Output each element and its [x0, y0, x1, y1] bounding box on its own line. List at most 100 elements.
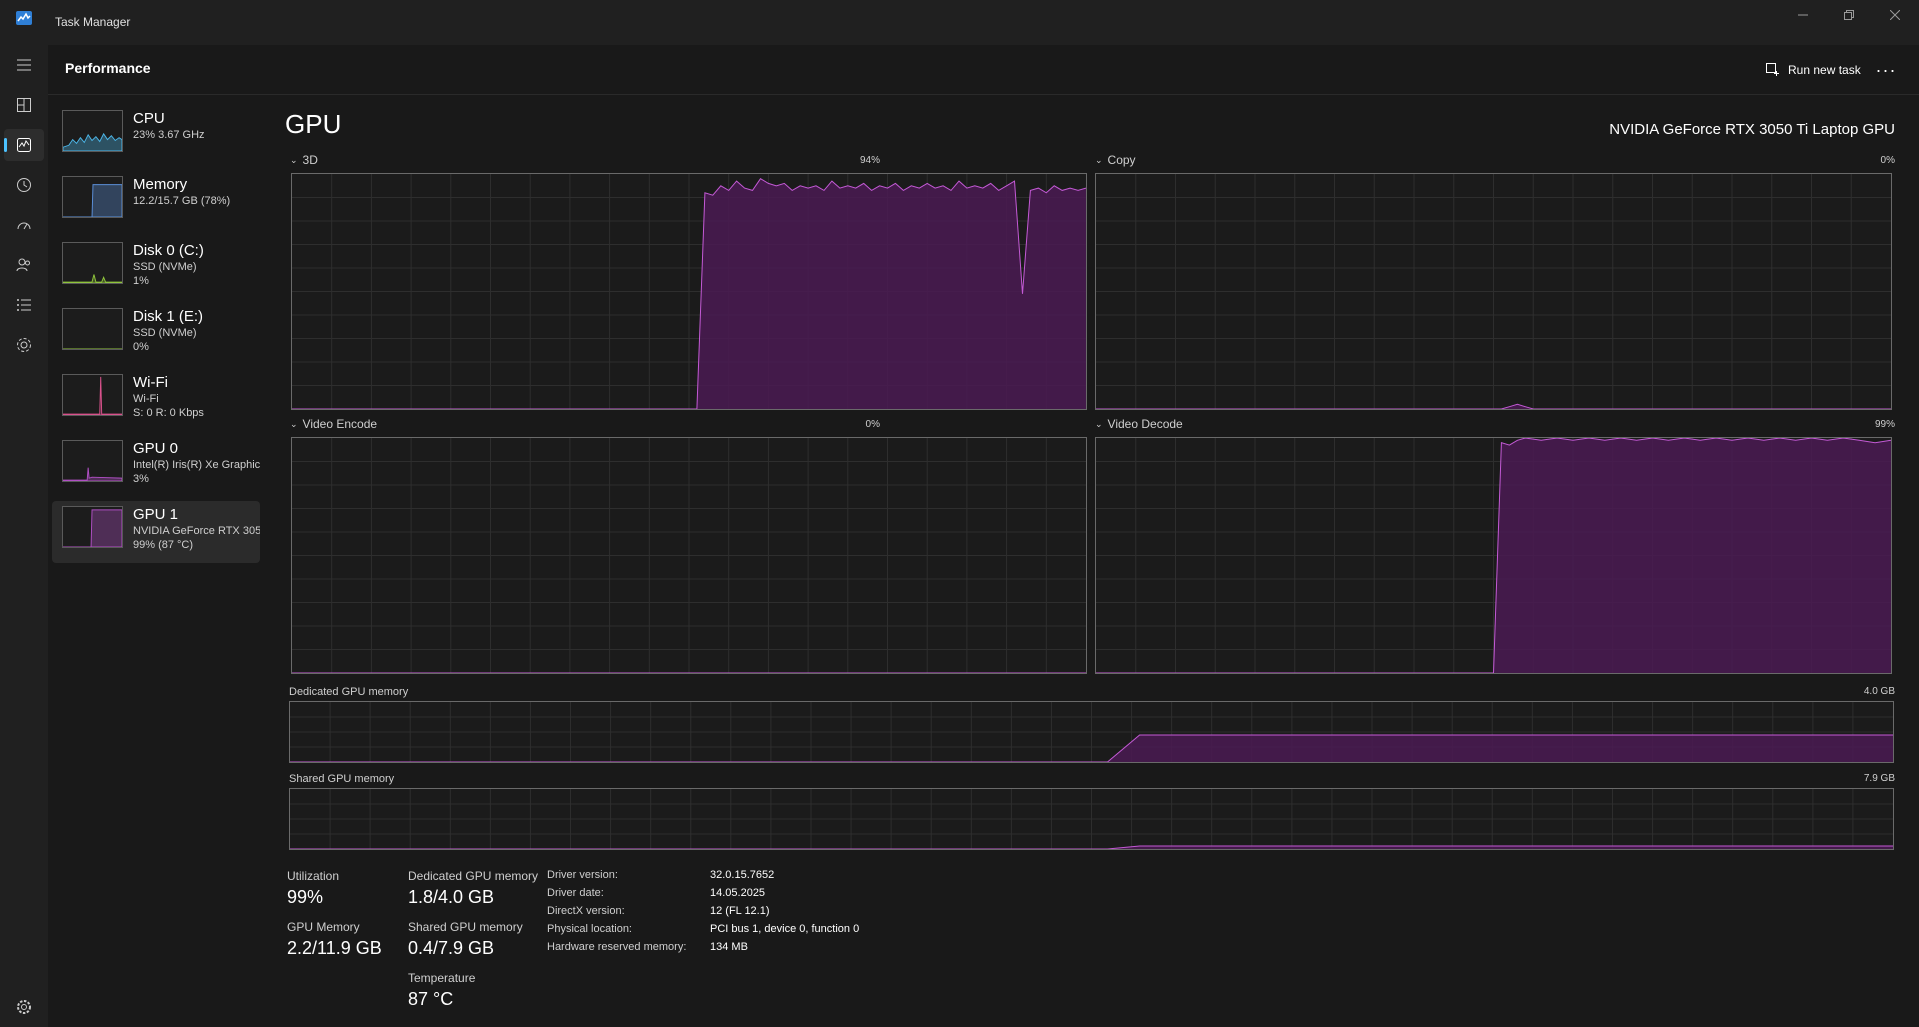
- graph-video-decode-plot: [1096, 438, 1891, 673]
- device-name: Disk 0 (C:): [133, 242, 204, 259]
- device-thumbnail-plot: [63, 348, 122, 349]
- more-options-button[interactable]: ···: [1868, 55, 1904, 85]
- device-detail-line1: SSD (NVMe): [133, 261, 197, 273]
- processes-icon: [17, 98, 31, 112]
- graph-dedicated-memory-plot: [290, 702, 1893, 762]
- device-thumbnail-graph: [62, 506, 123, 548]
- dedicated-memory-value: 1.8/4.0 GB: [408, 887, 495, 907]
- run-task-icon: [1766, 63, 1779, 76]
- shared-memory-graph-label: Shared GPU memory: [289, 773, 395, 785]
- device-detail-line1: SSD (NVMe): [133, 327, 197, 339]
- close-icon: [1890, 10, 1900, 20]
- device-list: CPU 23% 3.67 GHz Memory 12.2/15.7 GB (78%) D…: [52, 105, 260, 567]
- task-manager-app-icon: [16, 11, 32, 25]
- page-title: Performance: [65, 60, 151, 76]
- device-item-disk1[interactable]: Disk 1 (E:) SSD (NVMe) 0%: [52, 303, 260, 365]
- info-key-driver-version: Driver version:: [547, 869, 618, 881]
- info-value-hardware-reserved-memory: 134 MB: [710, 941, 748, 953]
- chevron-down-icon: ⌄: [1095, 154, 1103, 165]
- device-detail-line2: 0%: [133, 341, 149, 353]
- device-thumbnail-plot: [63, 467, 122, 481]
- graph-shared-memory-plot: [290, 789, 1893, 849]
- more-options-icon: ···: [1875, 59, 1897, 80]
- device-detail-line1: Intel(R) Iris(R) Xe Graphics: [133, 459, 260, 471]
- engine-selector-3d[interactable]: ⌄ 3D: [290, 153, 318, 167]
- gpu-memory-value: 2.2/11.9 GB: [287, 938, 382, 958]
- performance-icon: [17, 138, 31, 152]
- device-item-gpu1[interactable]: GPU 1 NVIDIA GeForce RTX 3050 Ti Laptop G…: [52, 501, 260, 563]
- nav-startup-apps[interactable]: [4, 209, 44, 241]
- engine-selector-video-decode[interactable]: ⌄ Video Decode: [1095, 417, 1183, 431]
- device-item-gpu0[interactable]: GPU 0 Intel(R) Iris(R) Xe Graphics 3%: [52, 435, 260, 497]
- nav-settings[interactable]: [4, 991, 44, 1023]
- users-icon: [16, 258, 30, 272]
- gear-icon: [17, 1000, 31, 1014]
- device-detail-line2: 3%: [133, 473, 149, 485]
- info-key-driver-date: Driver date:: [547, 887, 604, 899]
- info-value-driver-version: 32.0.15.7652: [710, 869, 775, 881]
- restore-icon: [1844, 10, 1854, 20]
- engine-pct-video-decode: 99%: [1874, 419, 1895, 430]
- device-item-disk0[interactable]: Disk 0 (C:) SSD (NVMe) 1%: [52, 237, 260, 299]
- device-thumbnail-trace: [63, 467, 122, 481]
- device-name: CPU: [133, 110, 165, 127]
- engine-selector-video-encode[interactable]: ⌄ Video Encode: [290, 417, 377, 431]
- device-thumbnail-graph: [62, 440, 123, 482]
- chevron-down-icon: ⌄: [290, 418, 298, 429]
- run-new-task-button[interactable]: Run new task: [1758, 55, 1869, 85]
- restore-button[interactable]: [1826, 0, 1872, 30]
- engine-label-video-decode: Video Decode: [1107, 417, 1183, 431]
- gpu-detail-panel: GPU NVIDIA GeForce RTX 3050 Ti Laptop GP…: [270, 95, 1919, 1027]
- utilization-value: 99%: [287, 887, 324, 907]
- engine-label-copy: Copy: [1107, 153, 1136, 167]
- close-button[interactable]: [1872, 0, 1918, 30]
- device-name: Wi-Fi: [133, 374, 168, 391]
- minimize-button[interactable]: [1780, 0, 1826, 30]
- device-thumbnail-plot: [63, 509, 122, 547]
- device-thumbnail-trace: [63, 376, 122, 415]
- device-detail-line1: 23% 3.67 GHz: [133, 129, 205, 141]
- device-thumbnail-plot: [63, 184, 122, 217]
- graph-video-decode: [1095, 437, 1892, 674]
- device-item-wifi[interactable]: Wi-Fi Wi-Fi S: 0 R: 0 Kbps: [52, 369, 260, 431]
- chevron-down-icon: ⌄: [1095, 418, 1103, 429]
- device-name: GPU 0: [133, 440, 179, 457]
- shared-memory-max: 7.9 GB: [1863, 773, 1895, 784]
- graph-3d: [291, 173, 1087, 410]
- hamburger-menu-icon: [17, 59, 31, 71]
- gpu-model-name: NVIDIA GeForce RTX 3050 Ti Laptop GPU: [1609, 121, 1895, 138]
- nav-performance[interactable]: [4, 129, 44, 161]
- device-thumbnail-graph: [62, 176, 123, 218]
- nav-processes[interactable]: [4, 89, 44, 121]
- device-thumbnail-trace: [63, 274, 122, 283]
- nav-app-history[interactable]: [4, 169, 44, 201]
- info-key-physical-location: Physical location:: [547, 923, 632, 935]
- app-title: Task Manager: [55, 15, 131, 29]
- nav-services[interactable]: [4, 329, 44, 361]
- navigation-rail: [0, 45, 48, 1027]
- graph-video-encode: [291, 437, 1087, 674]
- device-thumbnail-trace: [63, 132, 122, 151]
- engine-label-video-encode: Video Encode: [302, 417, 378, 431]
- dedicated-memory-label: Dedicated GPU memory: [408, 869, 539, 883]
- page-header: Performance Run new task ···: [48, 45, 1919, 95]
- engine-pct-video-encode: 0%: [865, 419, 880, 430]
- device-item-memory[interactable]: Memory 12.2/15.7 GB (78%): [52, 171, 260, 233]
- nav-details[interactable]: [4, 289, 44, 321]
- chevron-down-icon: ⌄: [290, 154, 298, 165]
- dedicated-memory-graph-label: Dedicated GPU memory: [289, 686, 409, 698]
- details-icon: [17, 299, 31, 311]
- engine-selector-copy[interactable]: ⌄ Copy: [1095, 153, 1136, 167]
- device-thumbnail-plot: [63, 274, 122, 283]
- engine-label-3d: 3D: [302, 153, 318, 167]
- graph-copy: [1095, 173, 1892, 410]
- utilization-label: Utilization: [287, 869, 340, 883]
- device-detail-line1: NVIDIA GeForce RTX 3050 Ti Laptop GPU: [133, 525, 260, 537]
- nav-menu-toggle[interactable]: [4, 49, 44, 81]
- info-value-directx-version: 12 (FL 12.1): [710, 905, 770, 917]
- services-icon: [17, 338, 31, 352]
- device-item-cpu[interactable]: CPU 23% 3.67 GHz: [52, 105, 260, 167]
- graph-copy-plot: [1096, 174, 1891, 409]
- nav-users[interactable]: [4, 249, 44, 281]
- info-key-directx-version: DirectX version:: [547, 905, 625, 917]
